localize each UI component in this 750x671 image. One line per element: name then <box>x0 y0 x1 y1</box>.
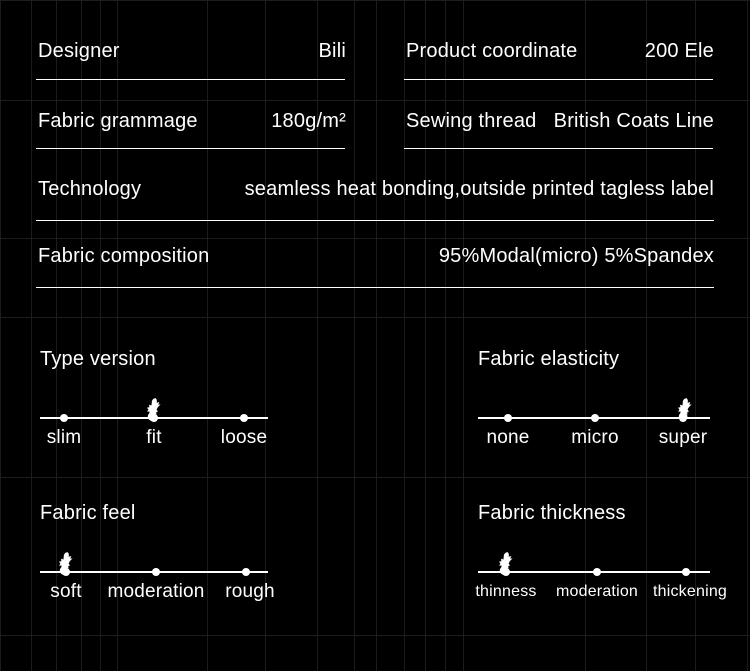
row-divider <box>36 148 345 149</box>
slider-dot-option-2[interactable] <box>240 414 248 422</box>
slider-option-label-1[interactable]: fit <box>146 427 161 449</box>
spec-row-fabric-composition: Fabric composition 95%Modal(micro) 5%Spa… <box>38 245 714 268</box>
slider-track-area[interactable]: thinness moderation thickening <box>475 551 728 600</box>
spec-label: Sewing thread <box>406 110 537 132</box>
slider-option-label-2[interactable]: loose <box>221 427 267 449</box>
slider-option-label-1[interactable]: micro <box>571 427 618 449</box>
person-marker-icon[interactable] <box>675 397 695 423</box>
spec-label: Technology <box>38 178 142 200</box>
spec-row-technology: Technology seamless heat bonding,outside… <box>38 178 714 201</box>
spec-label: Fabric grammage <box>38 110 198 132</box>
spec-label: Fabric composition <box>38 245 210 267</box>
slider-option-label-2[interactable]: thickening <box>653 583 727 601</box>
slider-option-label-0[interactable]: none <box>486 427 529 449</box>
slider-title: Fabric elasticity <box>478 348 620 370</box>
slider-track-area[interactable]: none micro super <box>478 397 728 448</box>
slider-card-fabric-feel: Fabric feel soft moderation rough <box>40 502 310 602</box>
slider-card-type-version: Type version slim fit loose <box>40 348 310 448</box>
slider-option-label-1[interactable]: moderation <box>556 583 638 601</box>
slider-dot-option-0[interactable] <box>504 414 512 422</box>
person-marker-icon[interactable] <box>144 397 164 423</box>
slider-track-area[interactable]: slim fit loose <box>40 397 310 448</box>
slider-dot-option-1[interactable] <box>591 414 599 422</box>
slider-dot-option-2[interactable] <box>242 568 250 576</box>
slider-title: Fabric feel <box>40 502 136 524</box>
slider-dot-option-2[interactable] <box>682 568 690 576</box>
spec-row-product-coordinate: Product coordinate 200 Ele <box>406 40 714 63</box>
spec-value: 200 Ele <box>644 40 714 62</box>
slider-card-fabric-elasticity: Fabric elasticity none micro super <box>478 348 728 448</box>
row-divider <box>36 287 714 288</box>
person-marker-icon[interactable] <box>496 551 516 577</box>
row-divider <box>36 79 345 80</box>
spec-label: Product coordinate <box>406 40 578 62</box>
row-divider <box>404 148 713 149</box>
slider-card-fabric-thickness: Fabric thickness thinness moderation thi… <box>475 502 728 600</box>
slider-option-label-0[interactable]: soft <box>50 581 81 603</box>
row-divider <box>36 220 714 221</box>
slider-dot-option-1[interactable] <box>593 568 601 576</box>
slider-option-label-1[interactable]: moderation <box>107 581 204 603</box>
spec-value: Bili <box>318 40 346 62</box>
slider-title: Type version <box>40 348 156 370</box>
spec-value: 180g/m² <box>271 110 346 132</box>
spec-value: British Coats Line <box>553 110 714 132</box>
row-divider <box>404 79 713 80</box>
slider-dot-option-1[interactable] <box>152 568 160 576</box>
slider-dot-option-0[interactable] <box>60 414 68 422</box>
spec-label: Designer <box>38 40 120 62</box>
spec-row-designer: Designer Bili <box>38 40 346 63</box>
spec-value: 95%Modal(micro) 5%Spandex <box>438 245 714 267</box>
slider-option-label-0[interactable]: thinness <box>475 583 536 601</box>
spec-row-fabric-grammage: Fabric grammage 180g/m² <box>38 110 346 133</box>
slider-option-label-2[interactable]: rough <box>225 581 275 603</box>
slider-option-label-2[interactable]: super <box>659 427 708 449</box>
person-marker-icon[interactable] <box>56 551 76 577</box>
slider-title: Fabric thickness <box>478 502 626 524</box>
spec-row-sewing-thread: Sewing thread British Coats Line <box>406 110 714 133</box>
slider-option-label-0[interactable]: slim <box>47 427 82 449</box>
slider-track-area[interactable]: soft moderation rough <box>40 551 310 602</box>
spec-value: seamless heat bonding,outside printed ta… <box>244 178 714 200</box>
